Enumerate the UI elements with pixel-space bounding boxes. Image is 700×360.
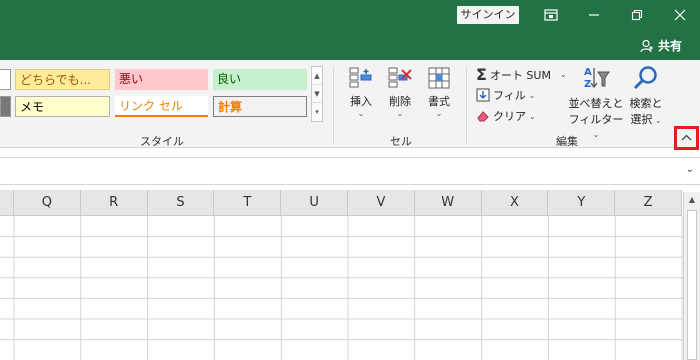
column-header-r[interactable]: R xyxy=(80,190,148,216)
close-button[interactable] xyxy=(665,4,695,26)
share-button[interactable]: 共有 xyxy=(640,37,682,54)
fill-dropdown-icon: ⌄ xyxy=(528,90,536,100)
column-header-y[interactable]: Y xyxy=(548,190,616,216)
expand-formula-bar-button[interactable]: ⌄ xyxy=(686,164,694,175)
delete-dropdown-icon: ⌄ xyxy=(396,109,404,118)
column-header-v[interactable]: V xyxy=(348,190,415,216)
style-neutral[interactable]: どちらでも... xyxy=(15,69,110,90)
fill-button[interactable]: フィル ⌄ xyxy=(476,87,535,103)
collapse-ribbon-button[interactable] xyxy=(674,126,699,150)
column-header-w[interactable]: W xyxy=(414,190,482,216)
sigma-icon: Σ xyxy=(476,65,487,84)
gallery-more-icon[interactable]: ▾ xyxy=(312,103,322,121)
eraser-icon xyxy=(477,111,489,122)
close-icon xyxy=(674,9,686,21)
find-select-dropdown-icon: ⌄ xyxy=(652,116,662,125)
column-header-x[interactable]: X xyxy=(481,190,549,216)
sort-filter-label-2: フィルター xyxy=(568,113,624,126)
autosum-label: オート SUM xyxy=(489,68,551,82)
column-header-q[interactable]: Q xyxy=(14,190,81,216)
chevron-down-icon: ⌄ xyxy=(685,164,694,175)
group-separator xyxy=(466,66,467,144)
find-select-button[interactable]: 検索と 選択 ⌄ xyxy=(625,64,667,127)
share-label: 共有 xyxy=(657,39,682,53)
person-icon xyxy=(640,39,653,52)
delete-button[interactable]: 削除 ⌄ xyxy=(383,66,417,118)
row-header-stub[interactable] xyxy=(0,190,14,216)
format-dropdown-icon: ⌄ xyxy=(435,109,443,118)
group-separator xyxy=(333,66,334,144)
format-label: 書式 xyxy=(428,95,450,108)
column-header-t[interactable]: T xyxy=(214,190,282,216)
svg-text:A: A xyxy=(584,67,592,78)
gallery-edge-cell-dark[interactable] xyxy=(0,96,11,117)
clear-dropdown-icon: ⌄ xyxy=(529,111,536,121)
magnifier-icon xyxy=(633,66,657,90)
style-linked-cell[interactable]: リンク セル xyxy=(115,96,208,117)
scroll-thumb[interactable] xyxy=(687,210,697,360)
style-good[interactable]: 良い xyxy=(213,69,307,90)
style-gallery-scroll[interactable]: ▲ ▼ ▾ xyxy=(311,66,323,122)
find-select-label-2: 選択 xyxy=(630,113,653,126)
minimize-icon xyxy=(589,14,599,16)
restore-button[interactable] xyxy=(622,4,652,26)
sort-filter-button[interactable]: A Z 並べ替えと フィルター ⌄ xyxy=(568,64,624,140)
ribbon: どちらでも... 悪い 良い メモ リンク セル 計算 ▲ ▼ ▾ スタイル 挿… xyxy=(0,60,700,150)
gallery-up-icon[interactable]: ▲ xyxy=(312,67,322,85)
insert-button[interactable]: 挿入 ⌄ xyxy=(344,66,378,118)
delete-label: 削除 xyxy=(389,95,411,108)
autosum-dropdown-icon: ⌄ xyxy=(559,70,567,79)
style-calculation[interactable]: 計算 xyxy=(213,96,307,117)
cells-group-label: セル xyxy=(390,135,412,148)
ribbon-display-options-button[interactable] xyxy=(536,4,566,26)
style-bad[interactable]: 悪い xyxy=(115,69,208,90)
insert-dropdown-icon: ⌄ xyxy=(357,109,365,118)
minimize-button[interactable] xyxy=(579,4,609,26)
delete-cells-icon xyxy=(388,67,412,88)
formula-bar[interactable]: ⌄ xyxy=(0,157,700,185)
styles-group-label: スタイル xyxy=(140,135,184,148)
find-select-label-1: 検索と xyxy=(629,97,663,110)
signin-button[interactable]: サインイン xyxy=(457,6,519,24)
autosum-button[interactable]: Σ オート SUM ⌄ xyxy=(476,65,567,84)
title-bar: サインイン 共有 xyxy=(0,0,700,60)
ribbon-display-icon xyxy=(544,9,558,21)
format-button[interactable]: 書式 ⌄ xyxy=(422,66,456,118)
insert-label: 挿入 xyxy=(350,95,372,108)
fill-down-icon xyxy=(476,88,490,102)
format-cells-icon xyxy=(428,67,450,89)
gallery-down-icon[interactable]: ▼ xyxy=(312,85,322,103)
column-header-z[interactable]: Z xyxy=(615,190,682,216)
fill-label: フィル xyxy=(493,89,526,102)
scroll-up-icon: ▲ xyxy=(688,195,696,204)
editing-group-label: 編集 xyxy=(556,135,578,148)
insert-cells-icon xyxy=(349,67,372,88)
scroll-up-button[interactable]: ▲ xyxy=(684,192,700,208)
sort-filter-label-1: 並べ替えと xyxy=(568,97,624,110)
sort-filter-dropdown-icon: ⌄ xyxy=(592,130,600,139)
column-header-s[interactable]: S xyxy=(147,190,215,216)
style-note[interactable]: メモ xyxy=(15,96,110,117)
column-header-u[interactable]: U xyxy=(281,190,348,216)
clear-label: クリア xyxy=(493,110,526,123)
svg-text:Z: Z xyxy=(584,79,591,90)
restore-icon xyxy=(631,9,643,21)
vertical-scrollbar[interactable]: ▲ xyxy=(683,192,700,360)
gallery-edge-cell[interactable] xyxy=(0,69,11,90)
worksheet-grid[interactable]: QRSTUVWXYZ xyxy=(0,190,683,360)
sort-filter-icon: A Z xyxy=(584,67,610,90)
chevron-up-icon xyxy=(681,134,692,141)
clear-button[interactable]: クリア ⌄ xyxy=(476,108,536,124)
